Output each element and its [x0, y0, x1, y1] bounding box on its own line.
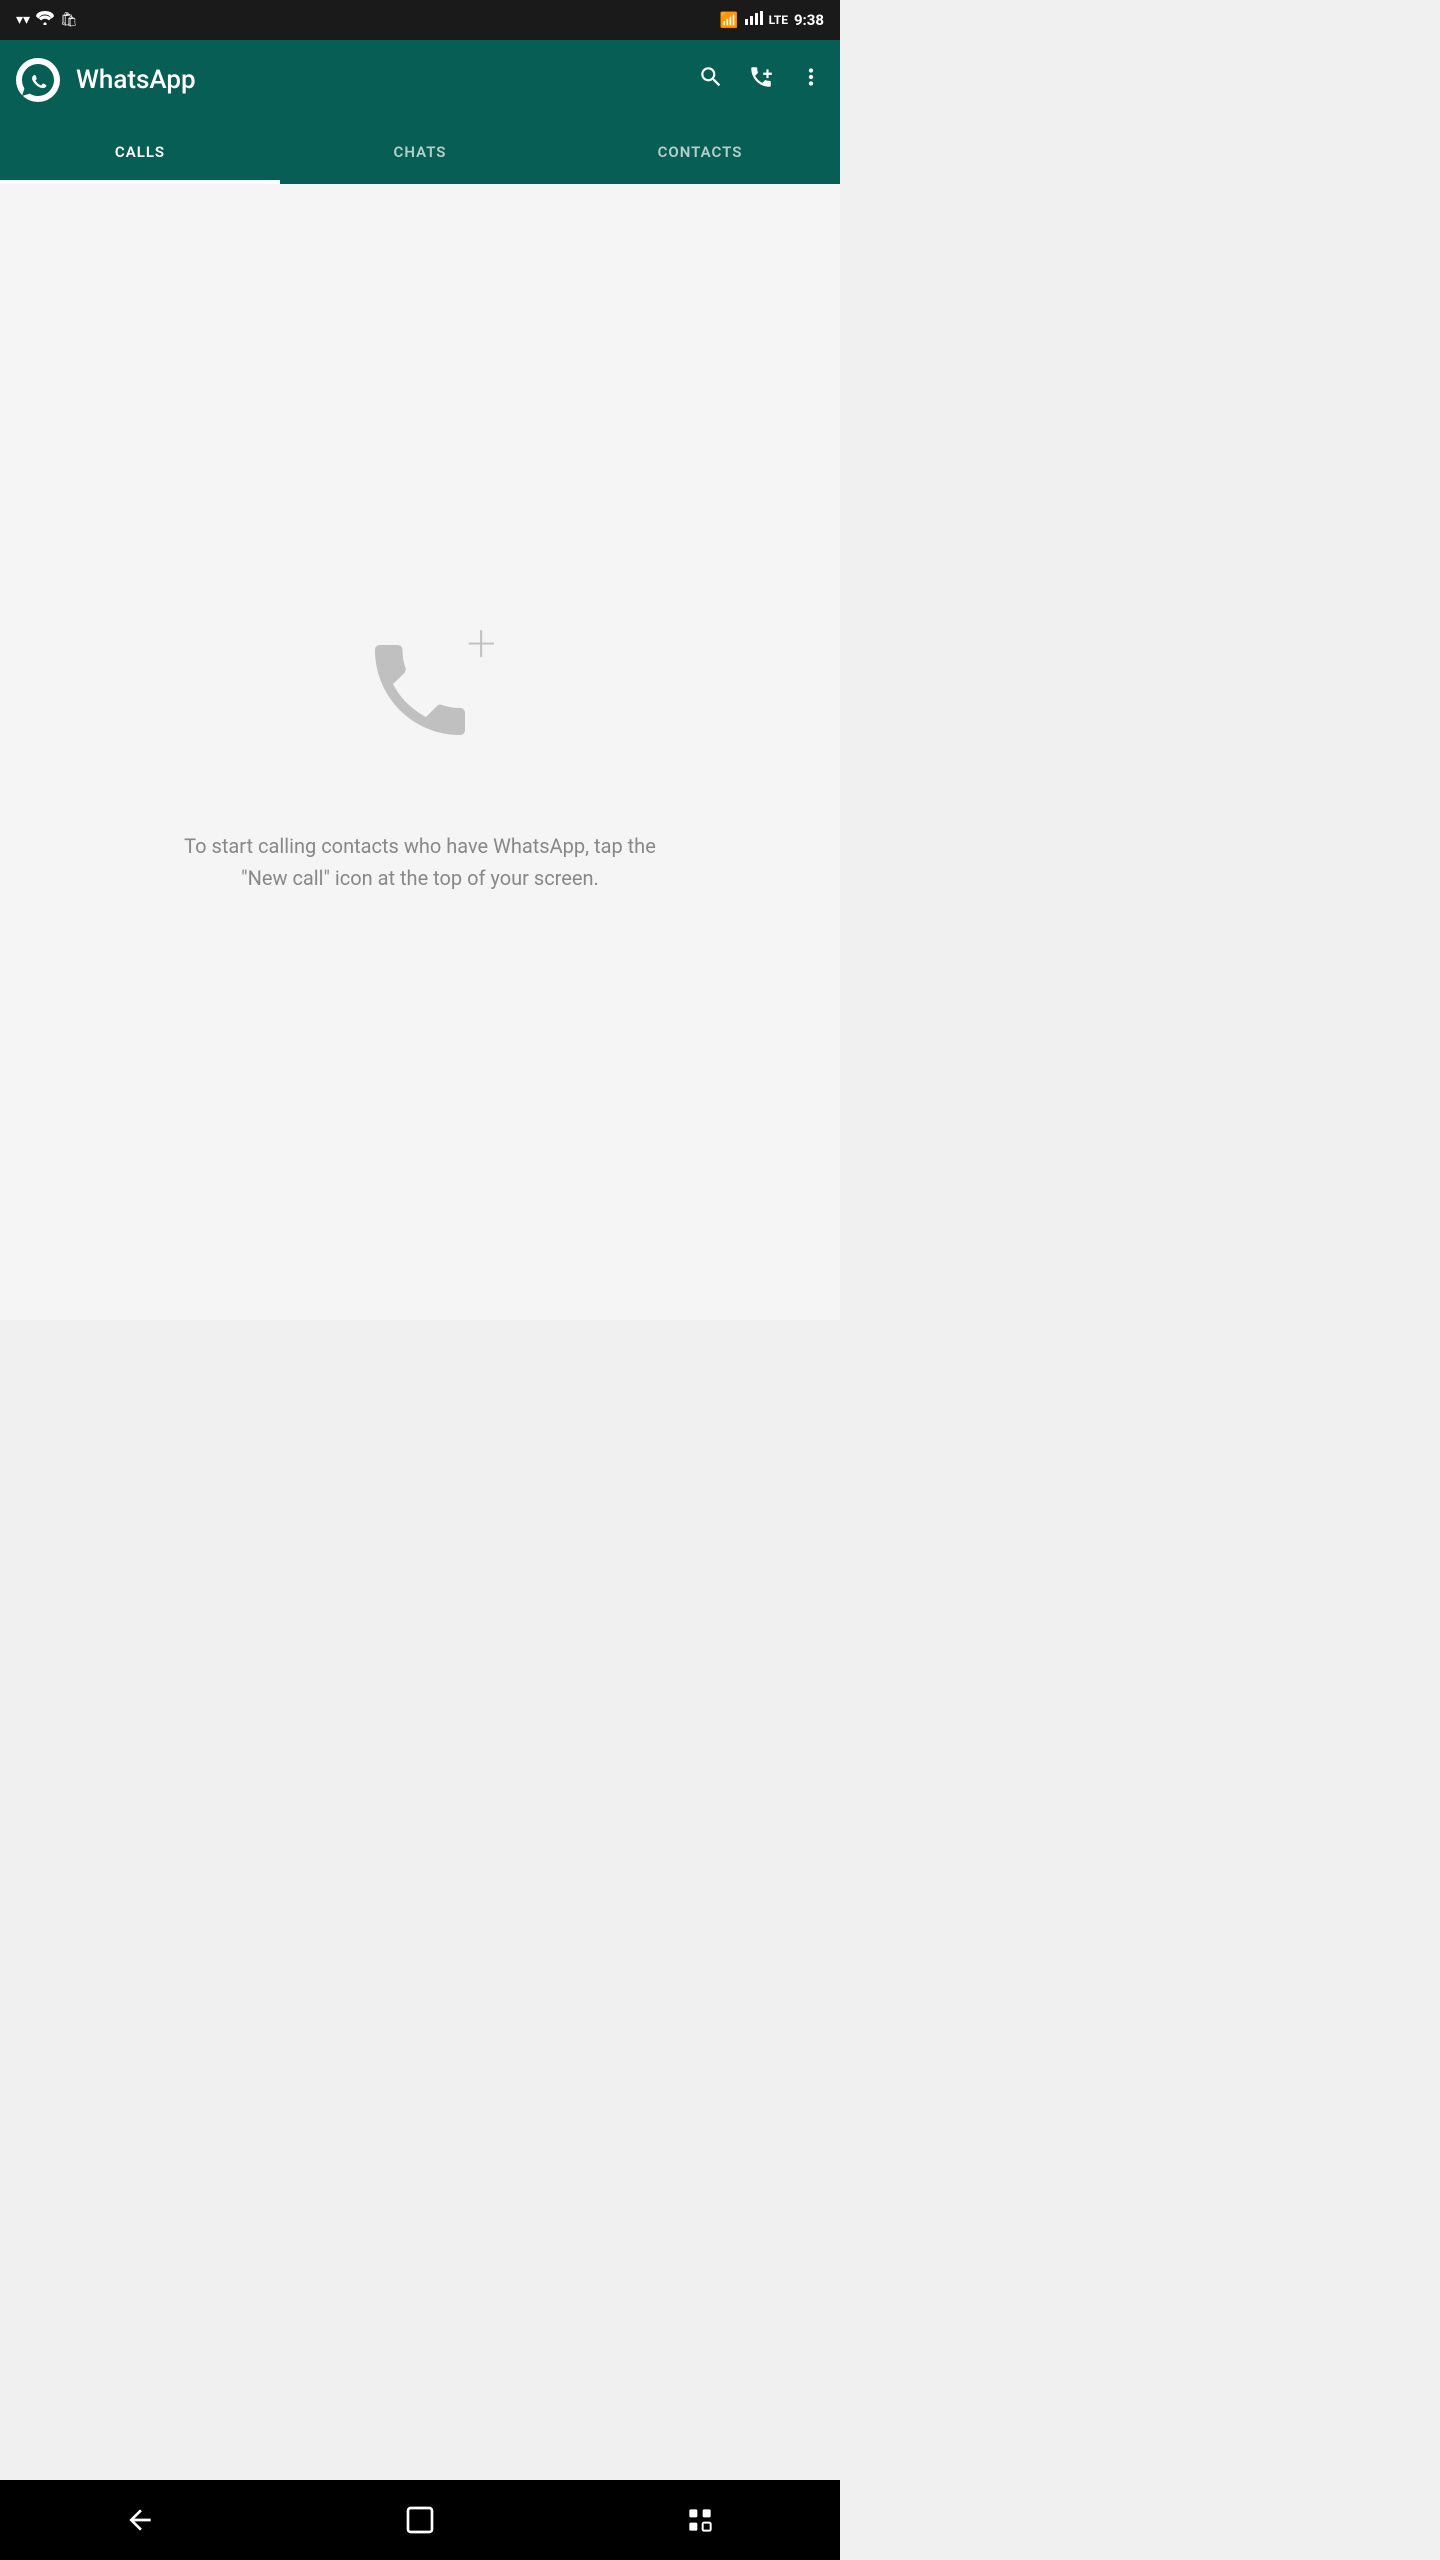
status-bar-right: 📶 LTE 9:38 — [720, 11, 824, 29]
bluetooth-icon: 📶 — [720, 11, 739, 29]
phone-icon — [360, 630, 480, 750]
recents-button[interactable] — [670, 2490, 730, 2550]
home-button[interactable] — [390, 2490, 450, 2550]
lte-icon: LTE — [769, 13, 788, 27]
tab-bar: CALLS CHATS CONTACTS — [0, 120, 840, 184]
plus-icon: + — [467, 618, 496, 670]
app-header: WhatsApp — [0, 40, 840, 120]
shopping-icon: 🛍 — [60, 12, 78, 28]
status-bar: ▾▾ 🛍 📶 LTE 9:38 — [0, 0, 840, 40]
empty-state-message: To start calling contacts who have Whats… — [180, 830, 660, 894]
tab-chats-label: CHATS — [394, 143, 447, 161]
status-bar-left: ▾▾ 🛍 — [16, 11, 78, 29]
tab-calls[interactable]: CALLS — [0, 120, 280, 184]
app-title: WhatsApp — [76, 65, 196, 95]
tab-contacts[interactable]: CONTACTS — [560, 120, 840, 184]
app-header-left: WhatsApp — [16, 58, 196, 102]
bottom-nav — [0, 2480, 840, 2560]
app-logo-icon — [16, 58, 60, 102]
tab-contacts-label: CONTACTS — [658, 143, 743, 161]
search-icon[interactable] — [698, 64, 724, 96]
back-button[interactable] — [110, 2490, 170, 2550]
new-call-icon[interactable] — [748, 64, 774, 96]
signal-bars-icon — [745, 11, 763, 29]
main-content: + To start calling contacts who have Wha… — [0, 184, 840, 1320]
app-header-actions — [698, 64, 824, 96]
signal-icon: ▾▾ — [16, 12, 30, 28]
tab-calls-label: CALLS — [115, 143, 165, 161]
wifi-icon — [36, 11, 54, 29]
more-options-icon[interactable] — [798, 64, 824, 96]
tab-chats[interactable]: CHATS — [280, 120, 560, 184]
time-display: 9:38 — [794, 11, 824, 29]
call-icon-container: + — [340, 610, 500, 770]
